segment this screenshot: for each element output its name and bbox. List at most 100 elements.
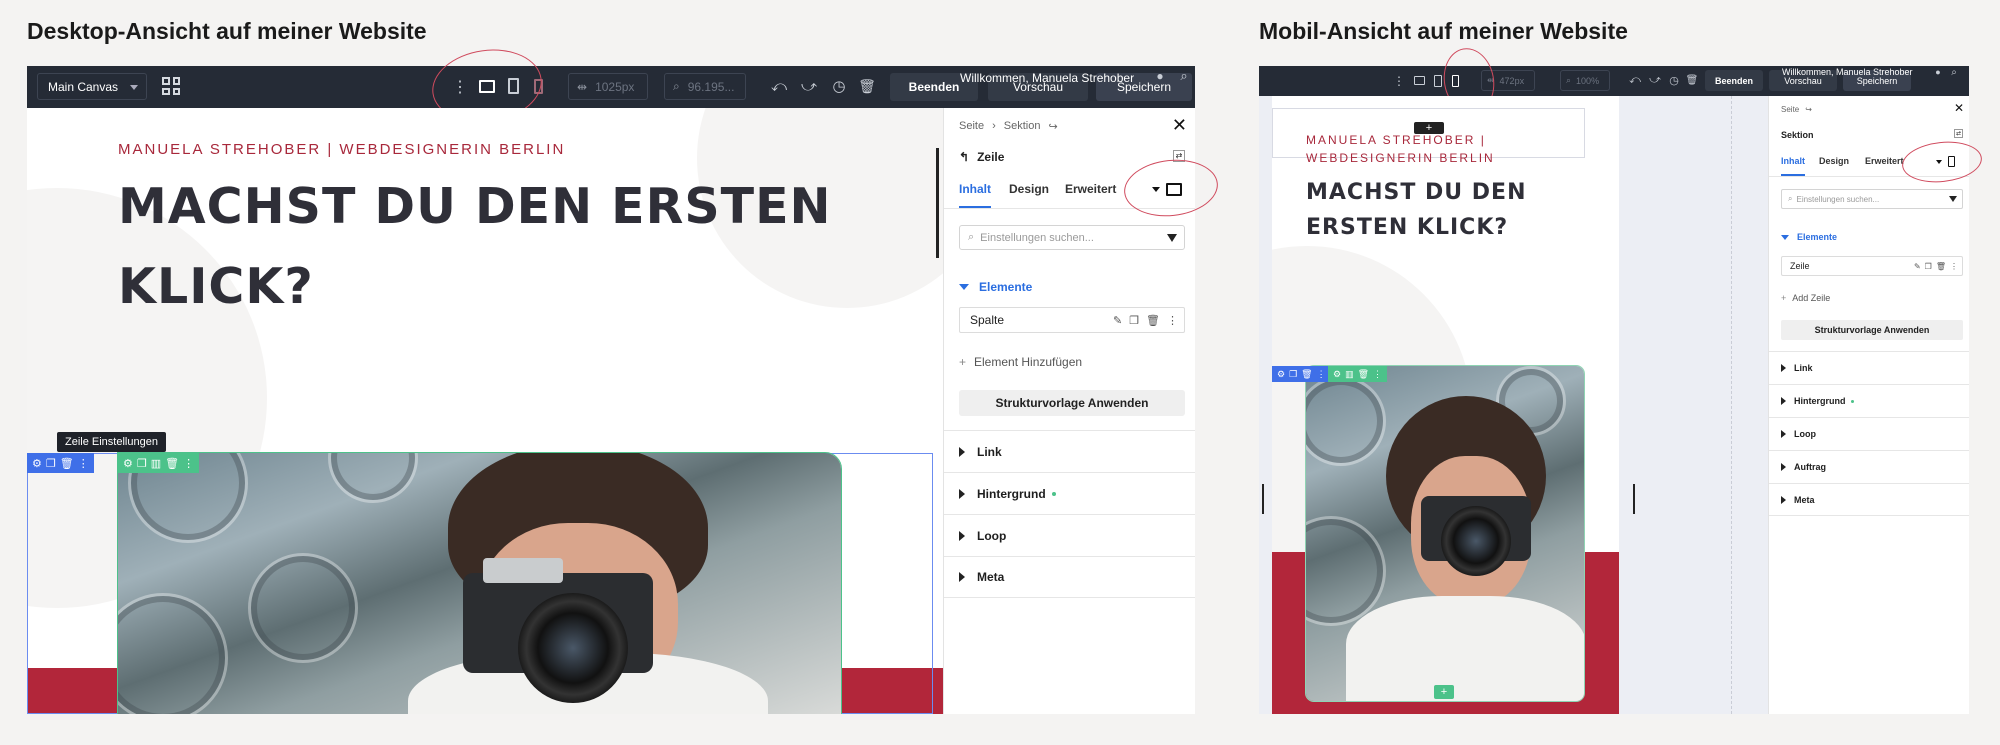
settings-search[interactable]: ⌕ Einstellungen suchen...: [1781, 189, 1963, 209]
speichern-label: Speichern: [1856, 75, 1898, 86]
add-element-label: Element Hinzufügen: [974, 355, 1083, 369]
more-vertical-icon[interactable]: ⋮: [78, 457, 89, 470]
zoom-field[interactable]: ⌕ 96.195...: [664, 73, 746, 100]
width-field[interactable]: ⇹ 1025px: [568, 73, 648, 100]
trash-icon[interactable]: 🗑: [1358, 369, 1369, 380]
breadcrumb-seite[interactable]: Seite: [959, 120, 984, 133]
section-link[interactable]: Link: [1769, 351, 1969, 384]
search-icon[interactable]: ⌕: [1177, 68, 1191, 83]
gear-icon[interactable]: ⚙: [123, 457, 133, 470]
more-vertical-icon[interactable]: ⋮: [1167, 314, 1178, 327]
row-handles[interactable]: ⚙ ❐ 🗑 ⋮: [1272, 366, 1331, 382]
breadcrumb-sektion[interactable]: Sektion: [1004, 120, 1041, 133]
more-vertical-icon[interactable]: ⋮: [1317, 369, 1326, 380]
row-handles[interactable]: ⚙ ❐ 🗑 ⋮: [27, 453, 94, 473]
tab-erweitert[interactable]: Erweitert: [1065, 182, 1116, 196]
add-row-button[interactable]: + Add Zeile: [1781, 293, 1830, 303]
grid-icon[interactable]: [162, 77, 180, 95]
close-icon[interactable]: ✕: [1954, 101, 1964, 115]
trash-icon[interactable]: 🗑: [858, 77, 876, 95]
search-icon: ⌕: [1788, 194, 1793, 203]
add-element-button[interactable]: + Element Hinzufügen: [959, 355, 1082, 369]
more-vertical-icon[interactable]: ⋮: [183, 457, 194, 470]
bg-ring: [248, 553, 358, 663]
apply-template-button[interactable]: Strukturvorlage Anwenden: [1781, 320, 1963, 340]
beenden-button[interactable]: Beenden: [1705, 70, 1763, 91]
gear-icon[interactable]: ⚙: [32, 457, 42, 470]
breadcrumb-seite[interactable]: Seite: [1781, 105, 1799, 114]
elemente-header[interactable]: Elemente: [1781, 232, 1837, 242]
add-element-handle[interactable]: +: [1434, 685, 1454, 699]
filter-icon[interactable]: [1167, 234, 1177, 242]
right-drag-handle[interactable]: [1633, 484, 1635, 514]
gear-icon[interactable]: ⚙: [1277, 369, 1285, 380]
duplicate-icon[interactable]: ❐: [46, 457, 56, 470]
section-link[interactable]: Link: [944, 430, 1195, 472]
duplicate-icon[interactable]: ❐: [1129, 314, 1139, 327]
scroll-indicator[interactable]: [936, 148, 939, 258]
section-hintergrund[interactable]: Hintergrund: [1769, 384, 1969, 417]
section-loop[interactable]: Loop: [944, 514, 1195, 556]
columns-icon[interactable]: ▥: [151, 457, 161, 470]
tab-design[interactable]: Design: [1819, 156, 1849, 166]
edit-icon[interactable]: ✎: [1113, 314, 1122, 327]
filter-icon[interactable]: [1949, 196, 1957, 202]
undo-icon[interactable]: ⤺: [1629, 74, 1641, 86]
return-icon[interactable]: ↪: [1048, 120, 1057, 133]
user-icon[interactable]: ●: [1153, 69, 1167, 83]
history-icon[interactable]: ◷: [1668, 74, 1680, 87]
more-vertical-icon[interactable]: ⋮: [1393, 73, 1405, 89]
hero-photo[interactable]: [117, 452, 842, 714]
width-value: 1025px: [595, 79, 635, 94]
more-vertical-icon[interactable]: ⋮: [1373, 369, 1382, 380]
trash-icon[interactable]: 🗑: [1936, 262, 1946, 271]
return-icon[interactable]: ↪: [1805, 105, 1812, 114]
trash-icon[interactable]: 🗑: [60, 457, 74, 470]
redo-icon[interactable]: ⤻: [1649, 74, 1661, 86]
tab-design[interactable]: Design: [1009, 182, 1049, 196]
duplicate-icon[interactable]: ❐: [137, 457, 147, 470]
trash-icon[interactable]: 🗑: [165, 457, 179, 470]
zeile-item[interactable]: Zeile ✎ ❐ 🗑 ⋮: [1781, 256, 1963, 276]
desktop-device-icon[interactable]: [1414, 76, 1425, 85]
close-icon[interactable]: ✕: [1172, 115, 1187, 136]
back-arrow-icon[interactable]: ↰: [959, 150, 969, 164]
history-icon[interactable]: ◷: [830, 77, 848, 95]
duplicate-icon[interactable]: ❐: [1925, 262, 1932, 271]
apply-template-button[interactable]: Strukturvorlage Anwenden: [959, 390, 1185, 416]
elemente-header[interactable]: Elemente: [959, 280, 1032, 294]
canvas-select[interactable]: Main Canvas: [37, 73, 147, 100]
settings-search[interactable]: ⌕ Einstellungen suchen...: [959, 225, 1185, 250]
search-icon[interactable]: ⌕: [1949, 67, 1959, 78]
gear-icon[interactable]: ⚙: [1333, 369, 1341, 380]
spalte-item[interactable]: Spalte ✎ ❐ 🗑 ⋮: [959, 307, 1185, 333]
redo-icon[interactable]: ⤻: [800, 77, 818, 95]
zoom-field[interactable]: ⌕ 100%: [1560, 70, 1610, 91]
edit-icon[interactable]: ✎: [1914, 262, 1921, 271]
column-handles[interactable]: ⚙ ❐ ▥ 🗑 ⋮: [118, 453, 200, 473]
column-handles[interactable]: ⚙ ▥ 🗑 ⋮: [1328, 366, 1388, 382]
trash-icon[interactable]: 🗑: [1146, 314, 1160, 327]
section-auftrag[interactable]: Auftrag: [1769, 450, 1969, 483]
section-meta[interactable]: Meta: [1769, 483, 1969, 516]
trash-icon[interactable]: 🗑: [1686, 74, 1699, 86]
tab-inhalt[interactable]: Inhalt: [1781, 156, 1805, 176]
add-row-label: Add Zeile: [1792, 293, 1831, 303]
section-meta[interactable]: Meta: [944, 556, 1195, 598]
tab-inhalt[interactable]: Inhalt: [959, 182, 991, 208]
tab-erweitert[interactable]: Erweitert: [1865, 156, 1904, 166]
tablet-device-icon[interactable]: [1434, 75, 1442, 87]
left-drag-handle[interactable]: [1262, 484, 1264, 514]
section-hintergrund[interactable]: Hintergrund: [944, 472, 1195, 514]
section-loop[interactable]: Loop: [1769, 417, 1969, 450]
search-icon: ⌕: [1566, 75, 1572, 85]
hero-photo[interactable]: [1305, 365, 1585, 702]
style-icon[interactable]: ⇄: [1954, 129, 1963, 138]
trash-icon[interactable]: 🗑: [1301, 369, 1312, 380]
user-icon[interactable]: ●: [1933, 67, 1943, 77]
more-vertical-icon[interactable]: ⋮: [1950, 262, 1958, 271]
undo-icon[interactable]: ⤺: [770, 77, 788, 95]
duplicate-icon[interactable]: ❐: [1289, 369, 1297, 380]
camera-lens: [518, 593, 628, 703]
columns-icon[interactable]: ▥: [1345, 369, 1354, 380]
